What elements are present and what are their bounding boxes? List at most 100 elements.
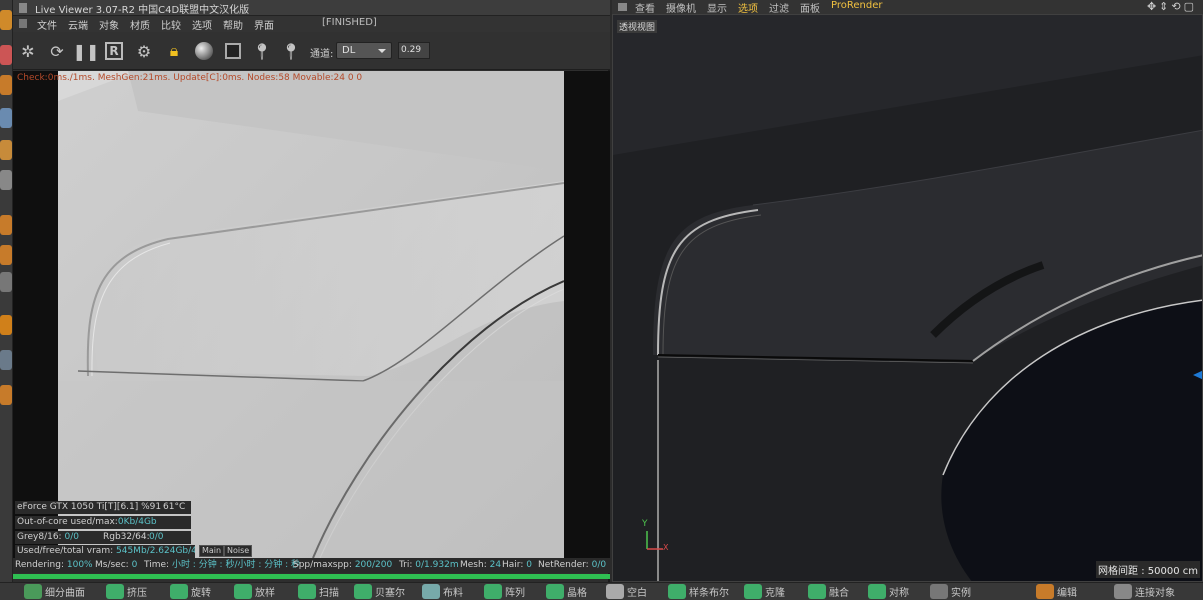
- array-button[interactable]: 阵列: [484, 584, 525, 600]
- cube-blue-icon[interactable]: [0, 108, 12, 128]
- texture-stat: Grey8/16: 0/0 Rgb32/64: 0/0: [15, 531, 191, 544]
- panel-menu-icon[interactable]: [19, 19, 27, 28]
- spp-value: 200/200: [354, 560, 393, 570]
- live-viewer-menubar: 文件 云端 对象 材质 比较 选项 帮助 界面 [FINISHED]: [13, 16, 610, 32]
- mesh-value: 24: [489, 560, 502, 570]
- tri-value: 0/1.932m: [415, 560, 459, 570]
- menu-cloud[interactable]: 云端: [68, 17, 88, 32]
- record-icon[interactable]: [0, 315, 12, 335]
- spline-boolean-button[interactable]: 样条布尔: [668, 584, 729, 600]
- fusion-button[interactable]: 融合: [808, 584, 849, 600]
- menu-options[interactable]: 选项: [192, 17, 212, 32]
- menu-display[interactable]: 显示: [707, 0, 727, 15]
- array-icon: [484, 584, 502, 599]
- tab-main[interactable]: Main: [199, 545, 225, 557]
- menu-material[interactable]: 材质: [130, 17, 150, 32]
- ms-sec-label: Ms/sec:: [95, 560, 129, 570]
- frame-icon[interactable]: [222, 40, 244, 62]
- connect-objects-button[interactable]: 连接对象: [1114, 584, 1175, 600]
- time-label: Time:: [144, 560, 170, 570]
- pause-icon[interactable]: ❚❚: [73, 40, 100, 62]
- loft-button[interactable]: 放样: [234, 584, 275, 600]
- menu-prorender[interactable]: ProRender: [831, 0, 882, 11]
- gear-icon[interactable]: ⚙: [133, 40, 155, 62]
- lathe-button[interactable]: 旋转: [170, 584, 211, 600]
- lock-icon[interactable]: 🔒︎: [163, 40, 185, 62]
- lattice-button[interactable]: 晶格: [546, 584, 587, 600]
- tag-icon[interactable]: [0, 215, 12, 235]
- window-menu-icon[interactable]: [19, 3, 27, 13]
- live-viewer-toolbar: ✲ ⟳ ❚❚ R ⚙ 🔒︎ 📍︎ 📍︎ 通道: DL 0.29: [13, 32, 610, 70]
- out-of-core-label: Out-of-core used/max:: [17, 517, 118, 527]
- rendered-image: [58, 71, 564, 558]
- bottom-toolbar: 细分曲面 挤压 旋转 放样 扫描 贝塞尔 布料 阵列 晶格 空白 样条布尔 克隆…: [0, 582, 1203, 600]
- lock-icon[interactable]: [0, 350, 12, 370]
- axis-x-label: X: [663, 543, 669, 552]
- restart-icon[interactable]: ⟳: [46, 40, 68, 62]
- menu-panel[interactable]: 面板: [800, 0, 820, 15]
- channel-label: 通道:: [310, 49, 334, 60]
- material-ball-icon[interactable]: [193, 40, 215, 62]
- bezier-icon: [354, 584, 372, 599]
- menu-filter[interactable]: 过滤: [769, 0, 789, 15]
- cloth-icon: [422, 584, 440, 599]
- viewport-area[interactable]: 透视视图 Y X 网格间距 : 50000 cm: [612, 14, 1203, 582]
- magnet-icon[interactable]: [0, 385, 12, 405]
- pin-p-icon[interactable]: 📍︎: [251, 40, 273, 62]
- arrow-tool-icon[interactable]: [0, 75, 12, 95]
- check-line: Check:0ms./1ms. MeshGen:21ms. Update[C]:…: [17, 73, 363, 83]
- cloner-button[interactable]: 克隆: [744, 584, 785, 600]
- exposure-field[interactable]: 0.29: [398, 42, 430, 59]
- live-viewer-title: Live Viewer 3.07-R2 中国C4D联盟中文汉化版: [35, 5, 250, 16]
- viewport-nav-icons[interactable]: ✥⇕⟲▢: [1147, 0, 1197, 13]
- bezier-button[interactable]: 贝塞尔: [354, 584, 405, 600]
- sweep-icon: [298, 584, 316, 599]
- render-view[interactable]: Check:0ms./1ms. MeshGen:21ms. Update[C]:…: [13, 71, 610, 558]
- cloth-button[interactable]: 布料: [422, 584, 463, 600]
- viewport-panel-icon[interactable]: [618, 3, 627, 11]
- cube-orange-icon[interactable]: [0, 140, 12, 160]
- live-viewer-titlebar: Live Viewer 3.07-R2 中国C4D联盟中文汉化版: [13, 0, 610, 16]
- menu-view[interactable]: 查看: [635, 0, 655, 15]
- ring-icon[interactable]: [0, 272, 12, 292]
- extrude-button[interactable]: 挤压: [106, 584, 147, 600]
- cloner-icon: [744, 584, 762, 599]
- region-render-icon[interactable]: R: [105, 42, 123, 60]
- out-of-core-stat: Out-of-core used/max:0Kb/4Gb: [15, 516, 191, 529]
- null-button[interactable]: 空白: [606, 584, 647, 600]
- subdivision-icon: [24, 584, 42, 599]
- menu-help[interactable]: 帮助: [223, 17, 243, 32]
- hand-icon[interactable]: [0, 245, 12, 265]
- menu-vp-options[interactable]: 选项: [738, 0, 758, 15]
- menu-interface[interactable]: 界面: [254, 17, 274, 32]
- axis-y-label: Y: [642, 519, 648, 529]
- instance-icon: [930, 584, 948, 599]
- cube-tool-icon[interactable]: [0, 10, 12, 30]
- tab-noise[interactable]: Noise: [224, 545, 253, 557]
- out-of-core-value: 0Kb/4Gb: [117, 517, 157, 527]
- send-scene-icon[interactable]: ✲: [17, 40, 39, 62]
- grid-spacing-label: 网格间距 : 50000 cm: [1096, 561, 1200, 578]
- lathe-icon: [170, 584, 188, 599]
- menu-file[interactable]: 文件: [37, 17, 57, 32]
- grey-label: Grey8/16:: [17, 532, 62, 542]
- menu-camera[interactable]: 摄像机: [666, 0, 696, 15]
- live-viewer-window: Live Viewer 3.07-R2 中国C4D联盟中文汉化版 文件 云端 对…: [13, 0, 610, 582]
- menu-object[interactable]: 对象: [99, 17, 119, 32]
- vram-label: Used/free/total vram:: [17, 546, 114, 556]
- subdivision-surface-button[interactable]: 细分曲面: [24, 584, 85, 600]
- instance-button[interactable]: 实例: [930, 584, 971, 600]
- grid-tool-icon[interactable]: [0, 45, 12, 65]
- render-progress-fill: [13, 574, 610, 579]
- edit-button[interactable]: 编辑: [1036, 584, 1077, 600]
- menu-compare[interactable]: 比较: [161, 17, 181, 32]
- hair-value: 0: [526, 560, 532, 570]
- tri-label: Tri:: [399, 560, 413, 570]
- fusion-icon: [808, 584, 826, 599]
- cube-grey-icon[interactable]: [0, 170, 12, 190]
- channel-select[interactable]: DL: [336, 42, 392, 59]
- sweep-button[interactable]: 扫描: [298, 584, 339, 600]
- lattice-icon: [546, 584, 564, 599]
- symmetry-button[interactable]: 对称: [868, 584, 909, 600]
- pin-m-icon[interactable]: 📍︎: [280, 40, 302, 62]
